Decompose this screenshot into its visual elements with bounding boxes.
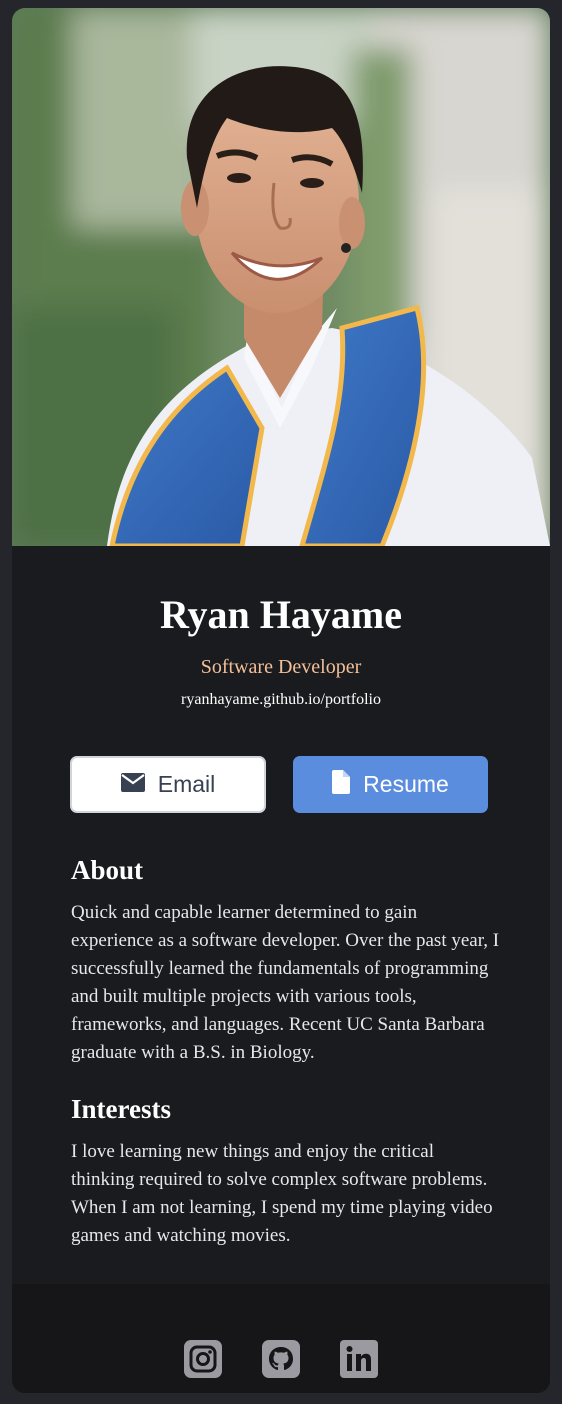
footer [12,1284,550,1393]
email-button-label: Email [157,771,216,797]
instagram-link[interactable] [184,1340,222,1378]
github-icon [262,1340,300,1378]
envelope-icon [120,771,145,798]
email-button[interactable]: Email [70,756,266,813]
interests-heading: Interests [71,1094,171,1124]
linkedin-link[interactable] [340,1340,378,1378]
profile-info: Ryan Hayame Software Developer ryanhayam… [12,546,550,1284]
profile-name: Ryan Hayame [160,592,402,637]
github-link[interactable] [262,1340,300,1378]
linkedin-icon [340,1340,378,1378]
resume-button-label: Resume [363,771,449,797]
profile-role: Software Developer [200,656,362,678]
profile-photo [12,8,550,546]
about-heading: About [71,855,144,885]
resume-button[interactable]: Resume [293,756,488,813]
instagram-icon [184,1340,222,1378]
about-text: Quick and capable learner determined to … [71,902,500,1063]
profile-card: Ryan Hayame Software Developer ryanhayam… [12,8,550,1393]
interests-text: I love learning new things and enjoy the… [71,1141,493,1246]
file-icon [332,769,351,800]
profile-website: ryanhayame.github.io/portfolio [181,691,381,708]
